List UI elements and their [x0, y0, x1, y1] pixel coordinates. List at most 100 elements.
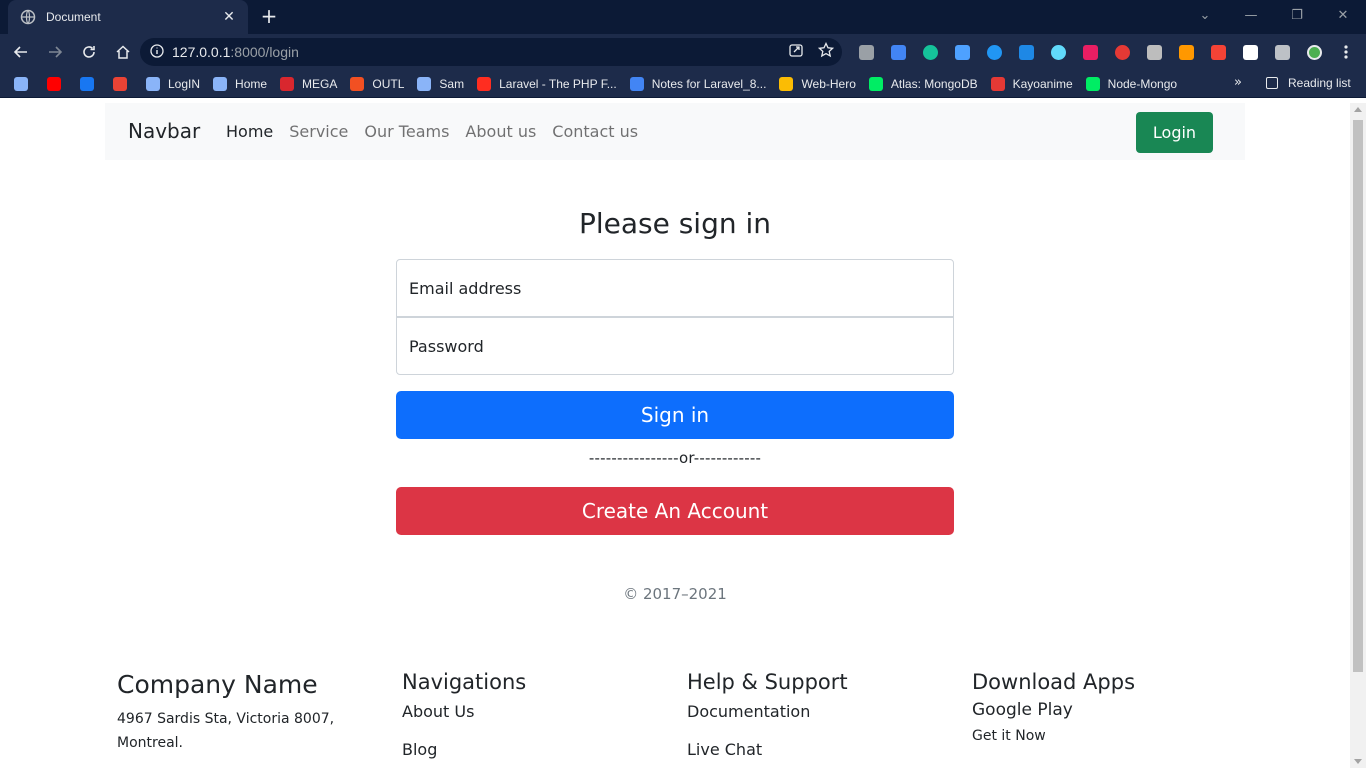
address-bar[interactable]: 127.0.0.1:8000/login — [140, 38, 842, 66]
bookmark-label: MEGA — [302, 76, 338, 91]
bookmark-item[interactable]: Kayoanime — [990, 76, 1073, 91]
camera-extension-icon[interactable] — [854, 40, 878, 64]
bookmark-label: Notes for Laravel_8... — [651, 76, 767, 91]
nav-link-about-us[interactable]: About us — [465, 122, 536, 141]
bookmark-item[interactable]: MEGA — [280, 76, 338, 91]
ruler-extension-icon[interactable] — [1174, 40, 1198, 64]
bookmark-item[interactable]: Node-Mongo — [1085, 76, 1177, 91]
puzzle-extensions-icon[interactable] — [1270, 40, 1294, 64]
navbar-brand[interactable]: Navbar — [128, 119, 200, 143]
footer-address-line2: Montreal. — [117, 735, 183, 751]
footer-link-google-play[interactable]: Google Play — [972, 700, 1135, 720]
bookmarks-overflow-icon[interactable]: » — [1234, 75, 1242, 90]
bookmark-item[interactable] — [113, 76, 133, 91]
create-account-button[interactable]: Create An Account — [396, 487, 954, 535]
formula-extension-icon[interactable] — [1142, 40, 1166, 64]
browser-tabstrip: Document ✕ + ⌄ — ❐ ✕ — [0, 0, 1366, 34]
bookmark-item[interactable]: Sam — [417, 76, 465, 91]
home-icon[interactable] — [108, 37, 138, 67]
link-extension-icon[interactable] — [950, 40, 974, 64]
download-extension-icon[interactable] — [1014, 40, 1038, 64]
forward-icon[interactable] — [40, 37, 70, 67]
nav-link-service[interactable]: Service — [289, 122, 348, 141]
block-extension-icon[interactable] — [1110, 40, 1134, 64]
bookmark-favicon-icon — [47, 76, 61, 91]
footer-link-documentation[interactable]: Documentation — [687, 702, 848, 721]
email-field[interactable]: Email address — [396, 259, 954, 317]
window-controls: ⌄ — ❐ ✕ — [1182, 0, 1366, 30]
footer-company-name: Company Name — [117, 670, 318, 699]
site-info-icon[interactable] — [150, 43, 164, 62]
bookmark-item[interactable]: Home — [213, 76, 268, 91]
bookmark-label: LogIN — [168, 76, 201, 91]
close-tab-icon[interactable]: ✕ — [220, 8, 238, 26]
scroll-up-icon[interactable] — [1354, 107, 1362, 112]
minimize-icon[interactable]: — — [1228, 0, 1274, 30]
nav-link-our-teams[interactable]: Our Teams — [364, 122, 449, 141]
footer-link-get-it-now[interactable]: Get it Now — [972, 728, 1135, 744]
ethereum-extension-icon[interactable] — [982, 40, 1006, 64]
signin-button[interactable]: Sign in — [396, 391, 954, 439]
bookmark-label: OUTL — [372, 76, 405, 91]
footer-company-column: Company Name 4967 Sardis Sta, Victoria 8… — [117, 670, 334, 755]
react-extension-icon[interactable] — [1046, 40, 1070, 64]
bookmark-item[interactable]: Atlas: MongoDB — [868, 76, 978, 91]
scrollbar-thumb[interactable] — [1353, 120, 1363, 672]
bookmark-favicon-icon — [477, 76, 492, 91]
nav-link-home[interactable]: Home — [226, 122, 273, 141]
bookmark-item[interactable]: LogIN — [146, 76, 201, 91]
reading-list-button[interactable]: Reading list — [1266, 76, 1351, 90]
new-tab-button[interactable]: + — [258, 6, 280, 28]
footer-help-column: Help & Support Documentation Live Chat — [687, 670, 848, 759]
bookmark-favicon-icon — [779, 76, 794, 91]
footer-link-live-chat[interactable]: Live Chat — [687, 740, 848, 759]
bookmark-favicon-icon — [1085, 76, 1100, 91]
scroll-down-icon[interactable] — [1354, 759, 1362, 764]
extensions-row — [854, 40, 1358, 64]
grammarly-extension-icon[interactable] — [918, 40, 942, 64]
footer-apps-column: Download Apps Google Play Get it Now — [972, 670, 1135, 744]
share-icon[interactable] — [788, 42, 804, 62]
bookmark-item[interactable] — [47, 76, 67, 91]
footer-address: 4967 Sardis Sta, Victoria 8007, Montreal… — [117, 707, 334, 755]
reading-list-label: Reading list — [1288, 76, 1351, 90]
footer-link-blog[interactable]: Blog — [402, 740, 526, 759]
bookmark-favicon-icon — [417, 76, 432, 91]
site-navbar: Navbar Home Service Our Teams About us C… — [105, 103, 1245, 160]
bookmark-item[interactable]: Notes for Laravel_8... — [629, 76, 767, 91]
bookmark-item[interactable]: OUTL — [350, 76, 405, 91]
reload-icon[interactable] — [74, 37, 104, 67]
bookmark-item[interactable]: Web-Hero — [779, 76, 856, 91]
footer-nav-title: Navigations — [402, 670, 527, 694]
tab-search-icon[interactable]: ⌄ — [1182, 0, 1228, 30]
navbar-login-button[interactable]: Login — [1136, 112, 1213, 153]
bookmark-item[interactable] — [80, 76, 100, 91]
bookmark-item[interactable]: Laravel - The PHP F... — [477, 76, 617, 91]
bookmark-favicon-icon — [990, 76, 1005, 91]
chart-extension-icon[interactable] — [1078, 40, 1102, 64]
notes-extension-icon[interactable] — [1238, 40, 1262, 64]
browser-tab[interactable]: Document ✕ — [8, 0, 248, 34]
bookmark-star-icon[interactable] — [817, 41, 835, 62]
browser-toolbar: 127.0.0.1:8000/login — [0, 34, 1366, 70]
password-field[interactable]: Password — [396, 317, 954, 375]
menu-kebab-icon[interactable] — [1334, 40, 1358, 64]
page-viewport: Navbar Home Service Our Teams About us C… — [0, 103, 1350, 768]
pen-extension-icon[interactable] — [1206, 40, 1230, 64]
url-text: 127.0.0.1:8000/login — [172, 44, 299, 60]
back-icon[interactable] — [6, 37, 36, 67]
profile-avatar-icon[interactable] — [1302, 40, 1326, 64]
bookmark-favicon-icon — [113, 76, 127, 91]
bookmark-label: Sam — [439, 76, 465, 91]
tab-title: Document — [46, 10, 101, 24]
restore-icon[interactable]: ❐ — [1274, 0, 1320, 30]
bookmark-label: Home — [235, 76, 268, 91]
nav-link-contact-us[interactable]: Contact us — [552, 122, 638, 141]
translate-extension-icon[interactable] — [886, 40, 910, 64]
bookmark-item[interactable] — [14, 76, 34, 91]
bookmark-favicon-icon — [146, 76, 160, 91]
footer-link-about-us[interactable]: About Us — [402, 702, 526, 721]
globe-icon — [20, 9, 36, 25]
close-window-icon[interactable]: ✕ — [1320, 0, 1366, 30]
page-scrollbar[interactable] — [1350, 103, 1366, 768]
